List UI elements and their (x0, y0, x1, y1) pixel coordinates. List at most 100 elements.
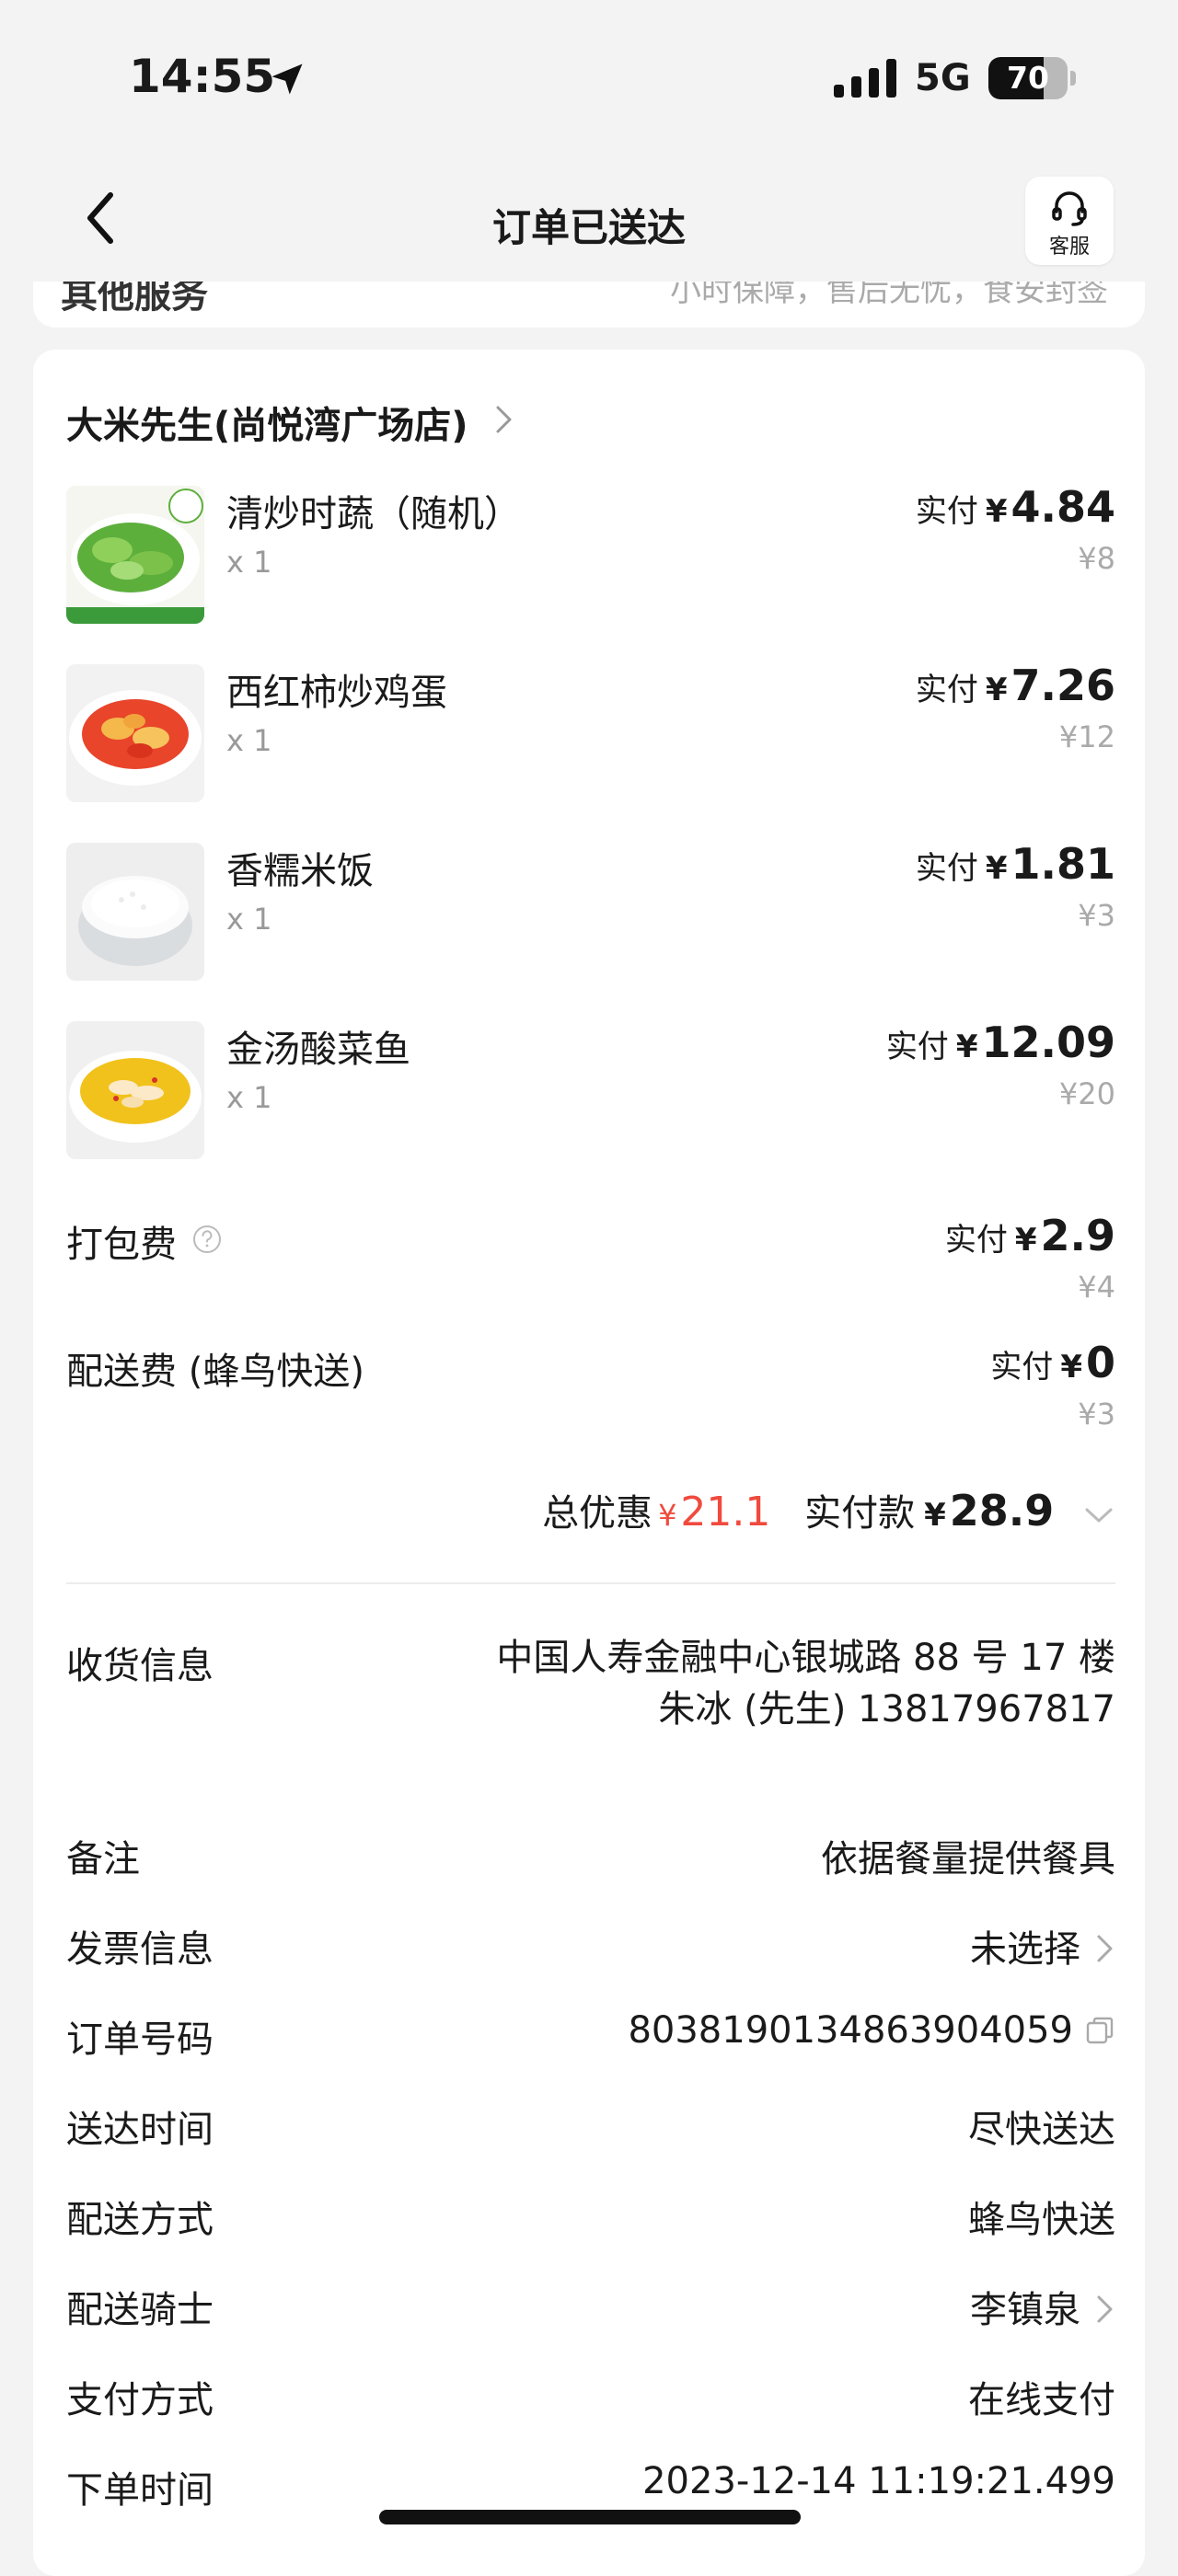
invoice-value-wrap[interactable]: 未选择 (970, 1919, 1115, 1972)
order-item: 西红柿炒鸡蛋 x 1 实付 ¥7.26 ¥12 (66, 661, 1115, 811)
paid-label: 实付 (915, 672, 978, 708)
discount-currency: ¥ (658, 1498, 677, 1533)
order-total-row[interactable]: 总优惠 ¥21.1 实付款 ¥28.9 (66, 1483, 1115, 1557)
total-currency: ¥ (924, 1497, 946, 1534)
invoice-row[interactable]: 发票信息 未选择 (66, 1919, 1115, 1974)
item-name: 香糯米饭 (226, 850, 374, 892)
rider-row[interactable]: 配送骑士 李镇泉 (66, 2280, 1115, 2335)
item-paid-price: 实付 ¥1.81 (916, 839, 1115, 889)
dish-image-rice (66, 843, 204, 981)
payment-value: 在线支付 (968, 2379, 1115, 2421)
packaging-paid-price: 实付 ¥2.9 (945, 1211, 1115, 1260)
page-title: 订单已送达 (491, 205, 686, 250)
item-quantity: x 1 (226, 1080, 272, 1115)
invoice-label: 发票信息 (66, 1928, 214, 1971)
item-quantity: x 1 (226, 545, 272, 580)
order-number-row: 订单号码 8038190134863904059 (66, 2009, 1115, 2064)
delivery-time-label: 送达时间 (66, 2109, 214, 2151)
delivery-time-value: 尽快送达 (968, 2109, 1115, 2151)
paid-label: 实付 (990, 1349, 1054, 1386)
divider (66, 1582, 1115, 1584)
packaging-original-price: ¥4 (1078, 1270, 1115, 1305)
order-number-value: 8038190134863904059 (628, 2009, 1073, 2052)
delivery-fee-label: 配送费 (蜂鸟快送) (66, 1351, 364, 1393)
chevron-right-icon (1097, 1935, 1113, 1962)
chevron-down-icon[interactable] (1082, 1504, 1115, 1526)
nav-bar: 订单已送达 客服 (0, 156, 1178, 285)
chevron-right-icon[interactable] (493, 403, 515, 436)
recipient-line: 朱冰 (先生) 13817967817 (658, 1688, 1115, 1731)
currency-symbol: ¥ (985, 493, 1008, 530)
headset-icon (1052, 191, 1087, 226)
total-paid-label: 实付款 (804, 1492, 916, 1535)
item-paid-price: 实付 ¥7.26 (916, 661, 1115, 710)
rider-value: 李镇泉 (970, 2289, 1080, 2331)
currency-symbol: ¥ (1014, 1222, 1037, 1259)
paid-amount: 0 (1085, 1338, 1115, 1387)
order-number-value-wrap: 8038190134863904059 (628, 2009, 1115, 2052)
home-indicator[interactable] (379, 2510, 801, 2524)
location-arrow-icon (271, 63, 303, 95)
item-paid-price: 实付 ¥12.09 (886, 1018, 1115, 1067)
paid-label: 实付 (915, 850, 978, 887)
paid-amount: 2.9 (1040, 1211, 1116, 1260)
copy-icon[interactable] (1084, 2015, 1115, 2046)
item-original-price: ¥8 (1078, 541, 1115, 576)
payment-row: 支付方式 在线支付 (66, 2370, 1115, 2425)
address-line: 中国人寿金融中心银城路 88 号 17 楼 (496, 1637, 1115, 1679)
clock: 14:55 (129, 50, 276, 103)
address-row: 收货信息 中国人寿金融中心银城路 88 号 17 楼 朱冰 (先生) 13817… (66, 1636, 1115, 1801)
shop-name[interactable]: 大米先生(尚悦湾广场店) (66, 396, 468, 449)
currency-symbol: ¥ (985, 850, 1008, 887)
rider-value-wrap[interactable]: 李镇泉 (970, 2280, 1115, 2333)
rider-label: 配送骑士 (66, 2289, 214, 2331)
paid-amount: 1.81 (1011, 839, 1116, 889)
address-value: 中国人寿金融中心银城路 88 号 17 楼 朱冰 (先生) 1381796781… (490, 1632, 1115, 1735)
currency-symbol: ¥ (985, 672, 1008, 708)
paid-label: 实付 (915, 493, 978, 530)
help-icon[interactable] (191, 1224, 223, 1255)
item-quantity: x 1 (226, 723, 272, 758)
remark-row: 备注 依据餐量提供餐具 (66, 1829, 1115, 1884)
order-detail-card: 大米先生(尚悦湾广场店) 清炒时蔬（随机） x 1 实付 ¥4.84 ¥8 西红… (33, 350, 1145, 2576)
packaging-fee-row: 打包费 实付 ¥2.9 ¥4 (66, 1211, 1115, 1325)
item-quantity: x 1 (226, 902, 272, 937)
currency-symbol: ¥ (955, 1029, 978, 1065)
other-services-label: 其他服务 (61, 282, 208, 316)
order-item: 清炒时蔬（随机） x 1 实付 ¥4.84 ¥8 (66, 482, 1115, 633)
delivery-time-row: 送达时间 尽快送达 (66, 2099, 1115, 2155)
order-time-row: 下单时间 2023-12-14 11:19:21.499 (66, 2460, 1115, 2515)
item-original-price: ¥20 (1058, 1076, 1115, 1111)
item-name: 西红柿炒鸡蛋 (226, 672, 447, 714)
delivery-fee-row: 配送费 (蜂鸟快送) 实付 ¥0 ¥3 (66, 1338, 1115, 1452)
invoice-value: 未选择 (970, 1928, 1080, 1971)
remark-label: 备注 (66, 1838, 140, 1880)
delivery-method-value: 蜂鸟快送 (968, 2199, 1115, 2241)
order-time-label: 下单时间 (66, 2469, 214, 2512)
dish-image-greens (66, 486, 204, 624)
item-original-price: ¥3 (1078, 898, 1115, 933)
item-original-price: ¥12 (1058, 719, 1115, 754)
order-number-label: 订单号码 (66, 2018, 214, 2061)
dish-image-fish-soup (66, 1021, 204, 1159)
chevron-right-icon (1097, 2295, 1113, 2323)
order-time-value: 2023-12-14 11:19:21.499 (642, 2460, 1115, 2502)
services-card-peek[interactable]: 其他服务 小时保障，售后无忧，食安封签 (33, 282, 1145, 328)
item-name: 金汤酸菜鱼 (226, 1029, 410, 1071)
paid-amount: 4.84 (1011, 482, 1116, 532)
currency-symbol: ¥ (1060, 1349, 1082, 1386)
paid-amount: 12.09 (981, 1018, 1115, 1067)
paid-label: 实付 (944, 1222, 1008, 1259)
services-guarantee-text: 小时保障，售后无忧，食安封签 (670, 282, 1108, 309)
battery-icon: 70 (988, 57, 1077, 99)
item-name: 清炒时蔬（随机） (226, 493, 521, 535)
payment-label: 支付方式 (66, 2379, 214, 2421)
delivery-paid-price: 实付 ¥0 (990, 1338, 1115, 1387)
cellular-signal-icon (834, 59, 896, 98)
order-item: 金汤酸菜鱼 x 1 实付 ¥12.09 ¥20 (66, 1018, 1115, 1168)
discount-label: 总优惠 (542, 1492, 653, 1535)
service-label: 客服 (1048, 236, 1090, 259)
customer-service-button[interactable]: 客服 (1025, 177, 1114, 265)
item-paid-price: 实付 ¥4.84 (916, 482, 1115, 532)
network-type: 5G (915, 57, 971, 99)
